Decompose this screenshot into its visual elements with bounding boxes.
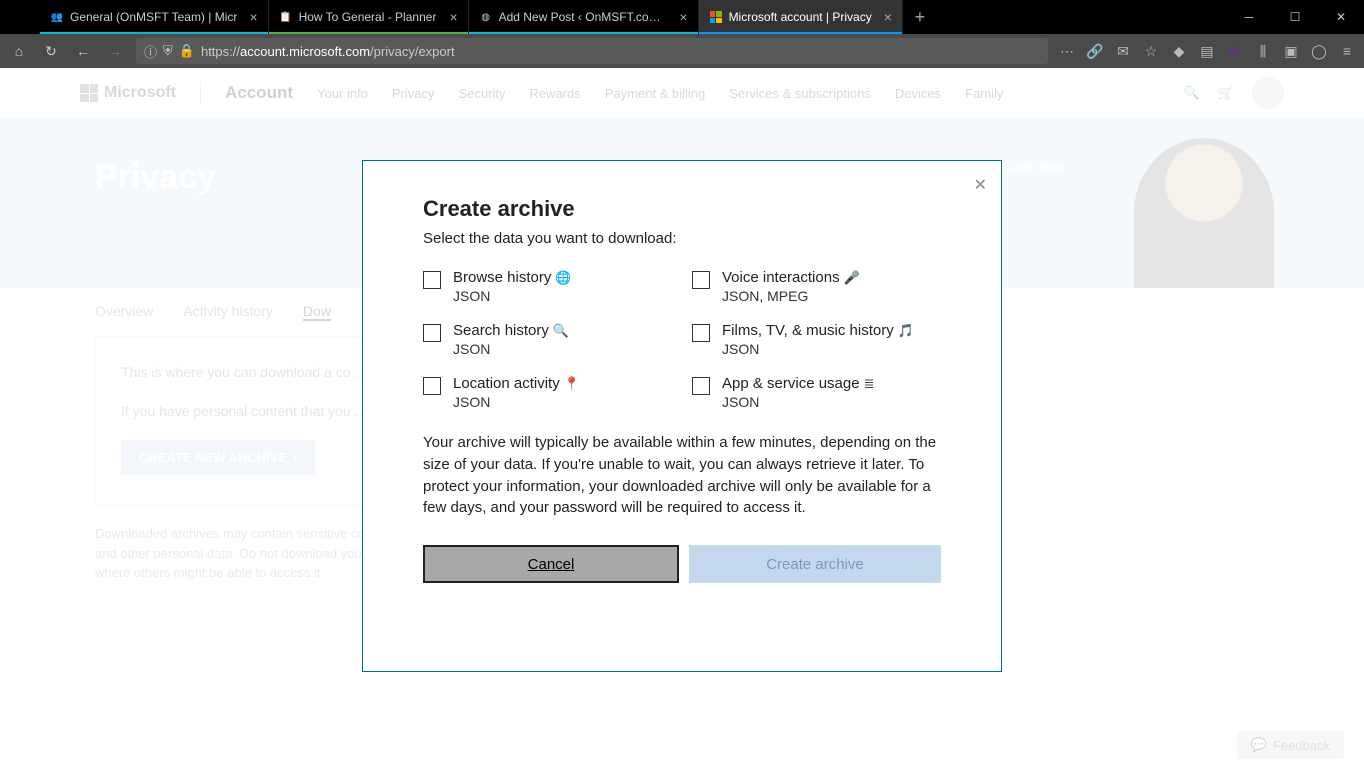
- option-voice[interactable]: Voice interactions 🎤 JSON, MPEG: [692, 269, 941, 304]
- microsoft-icon: [709, 10, 723, 24]
- lock-icon: 🔒: [179, 43, 195, 59]
- home-icon[interactable]: ⌂: [8, 40, 30, 62]
- maximize-button[interactable]: ☐: [1272, 0, 1318, 34]
- teams-icon: 👥: [50, 10, 64, 24]
- window-controls: ─ ☐ ✕: [1226, 0, 1364, 34]
- tab-title: Microsoft account | Privacy: [729, 10, 872, 24]
- modal-buttons: Cancel Create archive: [423, 545, 941, 583]
- checkbox[interactable]: [692, 324, 710, 342]
- browser-tab[interactable]: 📋 How To General - Planner ×: [269, 0, 469, 34]
- shield-icon[interactable]: ⛨: [163, 43, 173, 59]
- planner-icon: 📋: [279, 10, 293, 24]
- checkbox[interactable]: [423, 377, 441, 395]
- location-icon: 📍: [564, 376, 580, 392]
- account-icon[interactable]: ◯: [1310, 42, 1328, 60]
- browser-navbar: ⌂ ↻ ← → ⓘ ⛨ 🔒 https://account.microsoft.…: [0, 34, 1364, 68]
- music-icon: 🎵: [898, 323, 914, 339]
- reload-icon[interactable]: ↻: [40, 40, 62, 62]
- modal-title: Create archive: [423, 196, 941, 222]
- browser-titlebar: 👥 General (OnMSFT Team) | Micr × 📋 How T…: [0, 0, 1364, 34]
- star-icon[interactable]: ☆: [1142, 42, 1160, 60]
- cancel-button[interactable]: Cancel: [423, 545, 679, 583]
- option-browse-history[interactable]: Browse history 🌐 JSON: [423, 269, 672, 304]
- modal-description: Your archive will typically be available…: [423, 432, 941, 519]
- modal-subtitle: Select the data you want to download:: [423, 230, 941, 247]
- browser-tab[interactable]: 👥 General (OnMSFT Team) | Micr ×: [40, 0, 269, 34]
- checkbox[interactable]: [423, 271, 441, 289]
- back-icon[interactable]: ←: [72, 40, 94, 62]
- tab-title: Add New Post ‹ OnMSFT.com — W: [499, 10, 668, 24]
- close-window-button[interactable]: ✕: [1318, 0, 1364, 34]
- browser-tab[interactable]: ◍ Add New Post ‹ OnMSFT.com — W ×: [469, 0, 699, 34]
- checkbox[interactable]: [692, 377, 710, 395]
- tab-title: General (OnMSFT Team) | Micr: [70, 10, 237, 24]
- mail-icon[interactable]: ✉: [1114, 42, 1132, 60]
- checkbox[interactable]: [423, 324, 441, 342]
- ext-icon[interactable]: ▤: [1198, 42, 1216, 60]
- option-app-usage[interactable]: App & service usage ≣ JSON: [692, 375, 941, 410]
- url-bar[interactable]: ⓘ ⛨ 🔒 https://account.microsoft.com/priv…: [136, 38, 1048, 64]
- onenote-icon[interactable]: N: [1226, 42, 1244, 60]
- option-search[interactable]: Search history 🔍 JSON: [423, 322, 672, 357]
- create-archive-modal: ✕ Create archive Select the data you wan…: [362, 160, 1002, 672]
- create-archive-button[interactable]: Create archive: [689, 545, 941, 583]
- wordpress-icon: ◍: [479, 10, 493, 24]
- library-icon[interactable]: ⫼: [1254, 42, 1272, 60]
- search-icon: 🔍: [553, 323, 569, 339]
- close-icon[interactable]: ×: [884, 9, 892, 25]
- browser-tab-active[interactable]: Microsoft account | Privacy ×: [699, 0, 903, 34]
- microphone-icon: 🎤: [844, 270, 860, 286]
- menu-icon[interactable]: ≡: [1338, 42, 1356, 60]
- info-icon[interactable]: ⓘ: [144, 42, 157, 61]
- sidebar-icon[interactable]: ▣: [1282, 42, 1300, 60]
- new-tab-button[interactable]: +: [903, 0, 937, 34]
- close-icon[interactable]: ×: [449, 9, 457, 25]
- archive-options: Browse history 🌐 JSON Voice interactions…: [423, 269, 941, 410]
- tab-title: How To General - Planner: [299, 10, 438, 24]
- list-icon: ≣: [864, 376, 875, 392]
- more-icon[interactable]: ⋯: [1058, 42, 1076, 60]
- checkbox[interactable]: [692, 271, 710, 289]
- close-icon[interactable]: ×: [249, 9, 257, 25]
- option-location[interactable]: Location activity 📍 JSON: [423, 375, 672, 410]
- close-icon[interactable]: ✕: [974, 175, 987, 195]
- close-icon[interactable]: ×: [679, 9, 687, 25]
- ext-icon[interactable]: ◆: [1170, 42, 1188, 60]
- forward-icon[interactable]: →: [104, 40, 126, 62]
- globe-icon: 🌐: [555, 270, 571, 286]
- toolbar-icons: ⋯ 🔗 ✉ ☆ ◆ ▤ N ⫼ ▣ ◯ ≡: [1058, 42, 1356, 60]
- link-icon[interactable]: 🔗: [1086, 42, 1104, 60]
- option-media[interactable]: Films, TV, & music history 🎵 JSON: [692, 322, 941, 357]
- url-text: https://account.microsoft.com/privacy/ex…: [201, 44, 455, 59]
- minimize-button[interactable]: ─: [1226, 0, 1272, 34]
